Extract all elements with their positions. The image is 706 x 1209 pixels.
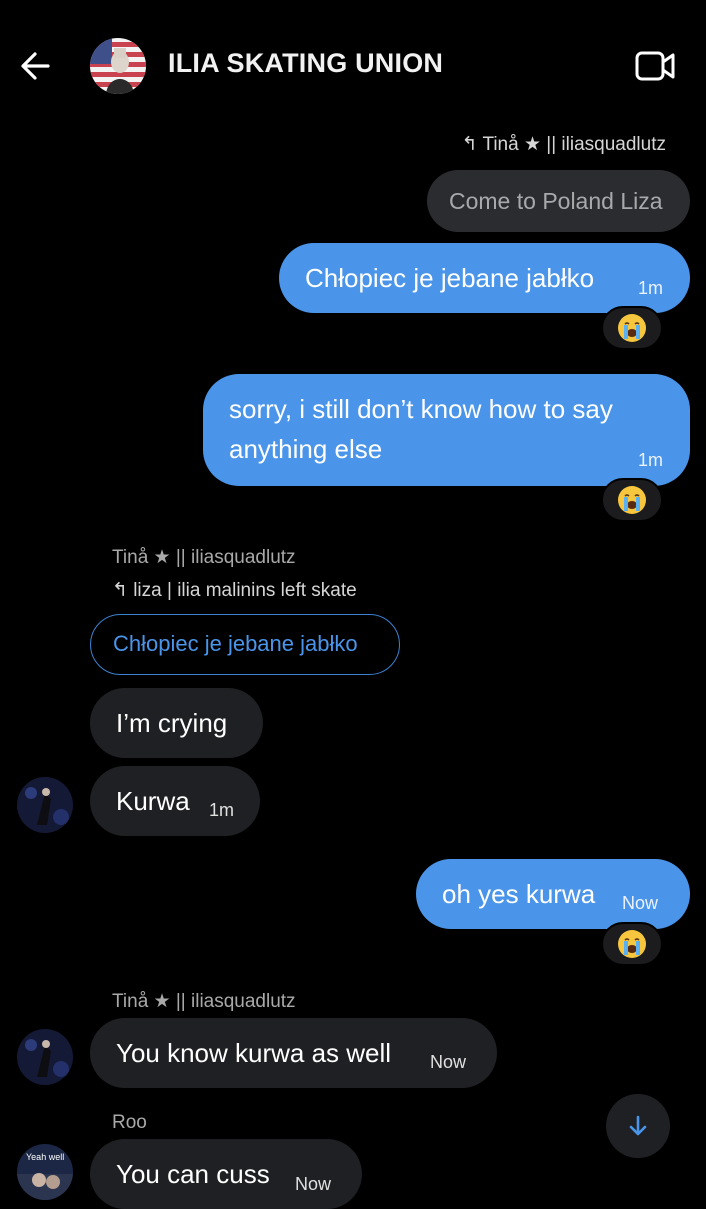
scroll-to-bottom-button[interactable] bbox=[606, 1094, 670, 1158]
group-avatar[interactable] bbox=[90, 38, 146, 94]
reaction-badge[interactable] bbox=[601, 306, 663, 350]
quoted-message[interactable]: Chłopiec je jebane jabłko bbox=[90, 614, 400, 675]
loudly-crying-emoji-icon bbox=[618, 314, 646, 342]
quoted-message[interactable]: Come to Poland Liza bbox=[427, 170, 690, 232]
arrow-left-icon bbox=[21, 52, 50, 80]
avatar-caption: Yeah well bbox=[26, 1152, 65, 1162]
avatar[interactable] bbox=[17, 1029, 73, 1085]
loudly-crying-emoji-icon bbox=[618, 486, 646, 514]
reply-context: ↰ liza | ilia malinins left skate bbox=[112, 580, 357, 601]
reaction-badge[interactable] bbox=[601, 922, 663, 966]
incoming-message[interactable]: I’m crying bbox=[90, 688, 263, 758]
loudly-crying-emoji-icon bbox=[618, 930, 646, 958]
reply-arrow-icon: ↰ bbox=[461, 134, 478, 155]
message-time: Now bbox=[622, 893, 659, 913]
outgoing-message[interactable]: sorry, i still don’t know how to say any… bbox=[203, 374, 690, 486]
avatar[interactable] bbox=[17, 777, 73, 833]
avatar[interactable]: Yeah well bbox=[17, 1144, 73, 1200]
message-time: 1m bbox=[638, 278, 664, 298]
sender-name: Tinå ★ || iliasquadlutz bbox=[112, 991, 296, 1012]
chat-title[interactable]: ILIA SKATING UNION bbox=[168, 48, 443, 79]
message-time: Now bbox=[295, 1174, 332, 1194]
reply-arrow-icon: ↰ bbox=[112, 580, 128, 601]
video-camera-icon bbox=[635, 51, 675, 81]
back-button[interactable] bbox=[18, 44, 58, 88]
reaction-badge[interactable] bbox=[601, 478, 663, 522]
message-time: 1m bbox=[638, 450, 664, 470]
sender-name: Tinå ★ || iliasquadlutz bbox=[112, 547, 296, 568]
arrow-down-icon bbox=[629, 1115, 647, 1136]
message-time: Now bbox=[430, 1052, 467, 1072]
incoming-message[interactable]: Kurwa bbox=[90, 766, 260, 836]
reply-context: ↰ Tinå ★ || iliasquadlutz bbox=[461, 134, 666, 155]
video-call-button[interactable] bbox=[632, 46, 678, 86]
outgoing-message[interactable]: Chłopiec je jebane jabłko bbox=[279, 243, 690, 313]
sender-name: Roo bbox=[112, 1112, 147, 1133]
message-time: 1m bbox=[209, 800, 235, 820]
